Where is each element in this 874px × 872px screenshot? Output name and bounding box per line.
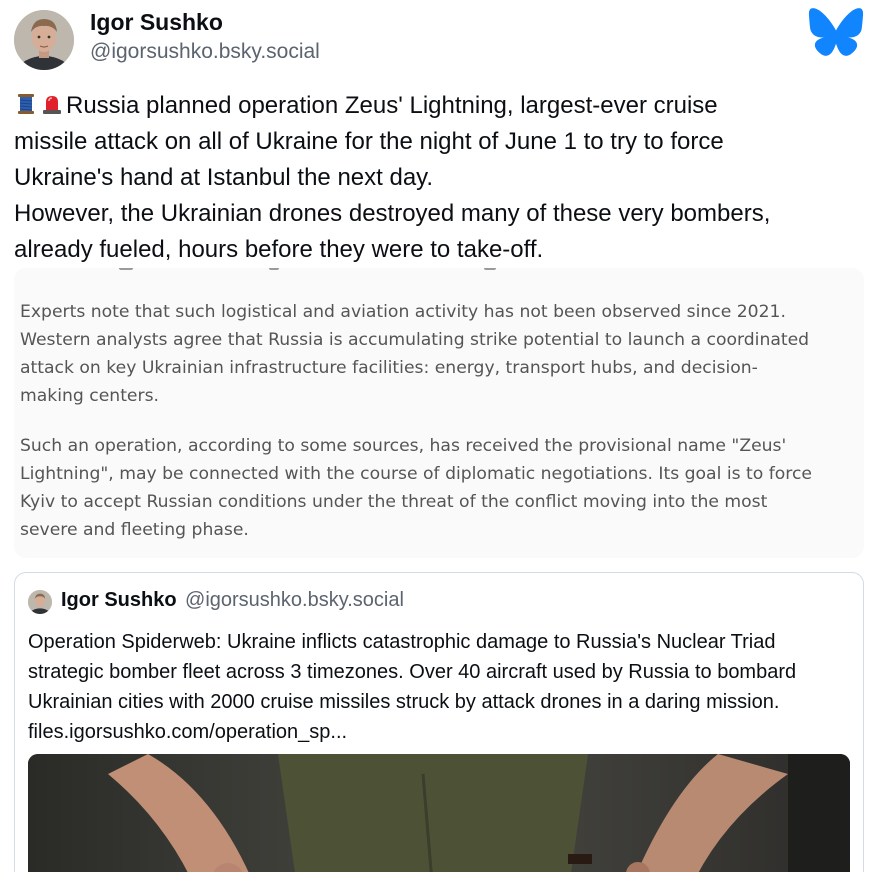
quoted-post-photo[interactable] — [28, 754, 850, 872]
article-excerpt: Experts note that such logistical and av… — [20, 298, 860, 558]
article-paragraph: Such an operation, according to some sou… — [20, 436, 813, 540]
post-text-line: Ukraine's hand at Istanbul the next day. — [14, 164, 434, 191]
quoted-author-name: Igor Sushko — [61, 589, 177, 611]
article-paragraph: Experts note that such logistical and av… — [20, 302, 810, 406]
embedded-article-screenshot[interactable]: Experts note that such logistical and av… — [14, 268, 864, 558]
quoted-author-handle: @igorsushko.bsky.social — [185, 589, 404, 611]
quoted-text-line: strategic bomber fleet across 3 timezone… — [28, 661, 797, 683]
quoted-post-text: Operation Spiderweb: Ukraine inflicts ca… — [28, 627, 858, 747]
post-card: Igor Sushko @igorsushko.bsky.social Russ… — [0, 0, 874, 872]
author-handle[interactable]: @igorsushko.bsky.social — [90, 40, 320, 64]
quoted-text-line: Operation Spiderweb: Ukraine inflicts ca… — [28, 631, 776, 653]
quoted-author-avatar — [28, 590, 52, 614]
post-text: Russia planned operation Zeus' Lightning… — [14, 88, 864, 268]
quoted-link[interactable]: files.igorsushko.com/operation_sp... — [28, 717, 858, 747]
cropped-text-remnant — [14, 268, 864, 276]
police-light-icon — [40, 91, 64, 115]
author-avatar[interactable] — [14, 10, 74, 70]
thread-spool-icon — [14, 91, 38, 115]
quoted-post-card[interactable]: Igor Sushko @igorsushko.bsky.social Oper… — [14, 572, 864, 872]
bluesky-butterfly-icon[interactable] — [808, 6, 864, 58]
author-name[interactable]: Igor Sushko — [90, 9, 223, 36]
quoted-text-line: Ukrainian cities with 2000 cruise missil… — [28, 691, 780, 713]
post-text-line: missile attack on all of Ukraine for the… — [14, 128, 724, 155]
post-text-line: already fueled, hours before they were t… — [14, 236, 544, 263]
quoted-post-header: Igor Sushko @igorsushko.bsky.social — [61, 589, 404, 612]
post-text-line: Russia planned operation Zeus' Lightning… — [14, 88, 864, 124]
post-text-line: However, the Ukrainian drones destroyed … — [14, 200, 771, 227]
